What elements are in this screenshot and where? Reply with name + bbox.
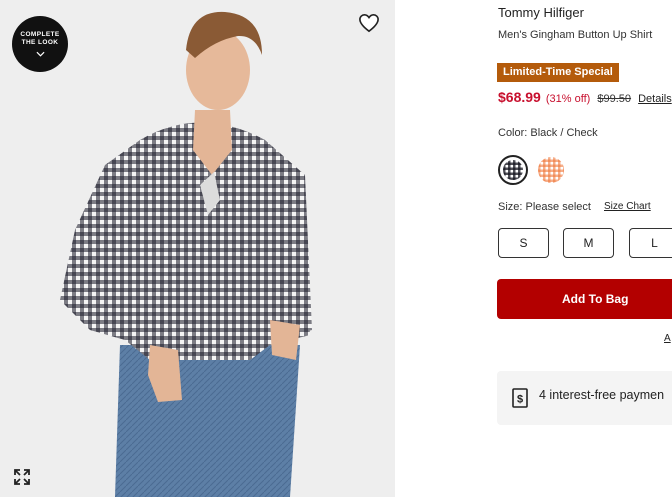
brand-name[interactable]: Tommy Hilfiger — [498, 5, 584, 20]
heart-icon[interactable] — [358, 13, 380, 33]
installments-text: 4 interest-free paymen — [539, 388, 665, 402]
promo-badge: Limited-Time Special — [497, 63, 619, 82]
complete-the-look-button[interactable]: COMPLETE THE LOOK — [12, 16, 68, 72]
product-image[interactable]: COMPLETE THE LOOK — [0, 0, 395, 497]
svg-text:$: $ — [517, 394, 523, 406]
model-photo — [60, 11, 312, 497]
size-option-s[interactable]: S — [498, 228, 549, 258]
badge-line-2: THE LOOK — [21, 39, 59, 46]
color-swatch-orange-check[interactable] — [538, 157, 564, 183]
size-option-l[interactable]: L — [629, 228, 672, 258]
size-label: Size: Please select — [498, 201, 591, 213]
installments-banner[interactable]: $ 4 interest-free paymen — [497, 371, 672, 425]
current-price: $68.99 — [498, 89, 541, 105]
size-option-m[interactable]: M — [563, 228, 614, 258]
expand-icon[interactable] — [12, 467, 32, 487]
secondary-link[interactable]: A — [664, 333, 671, 344]
badge-line-1: COMPLETE — [20, 31, 60, 38]
color-swatch-black-check[interactable] — [498, 155, 528, 185]
chevron-down-icon — [35, 51, 45, 57]
dollar-receipt-icon: $ — [512, 388, 528, 408]
price-row: $68.99 (31% off) $99.50 Details — [498, 89, 672, 105]
size-chart-link[interactable]: Size Chart — [604, 201, 651, 212]
details-link[interactable]: Details — [638, 93, 672, 105]
add-to-bag-button[interactable]: Add To Bag — [497, 279, 672, 319]
original-price: $99.50 — [597, 93, 632, 105]
discount-percent: (31% off) — [545, 93, 591, 105]
product-title: Men's Gingham Button Up Shirt — [498, 29, 653, 41]
color-label: Color: Black / Check — [498, 127, 598, 139]
